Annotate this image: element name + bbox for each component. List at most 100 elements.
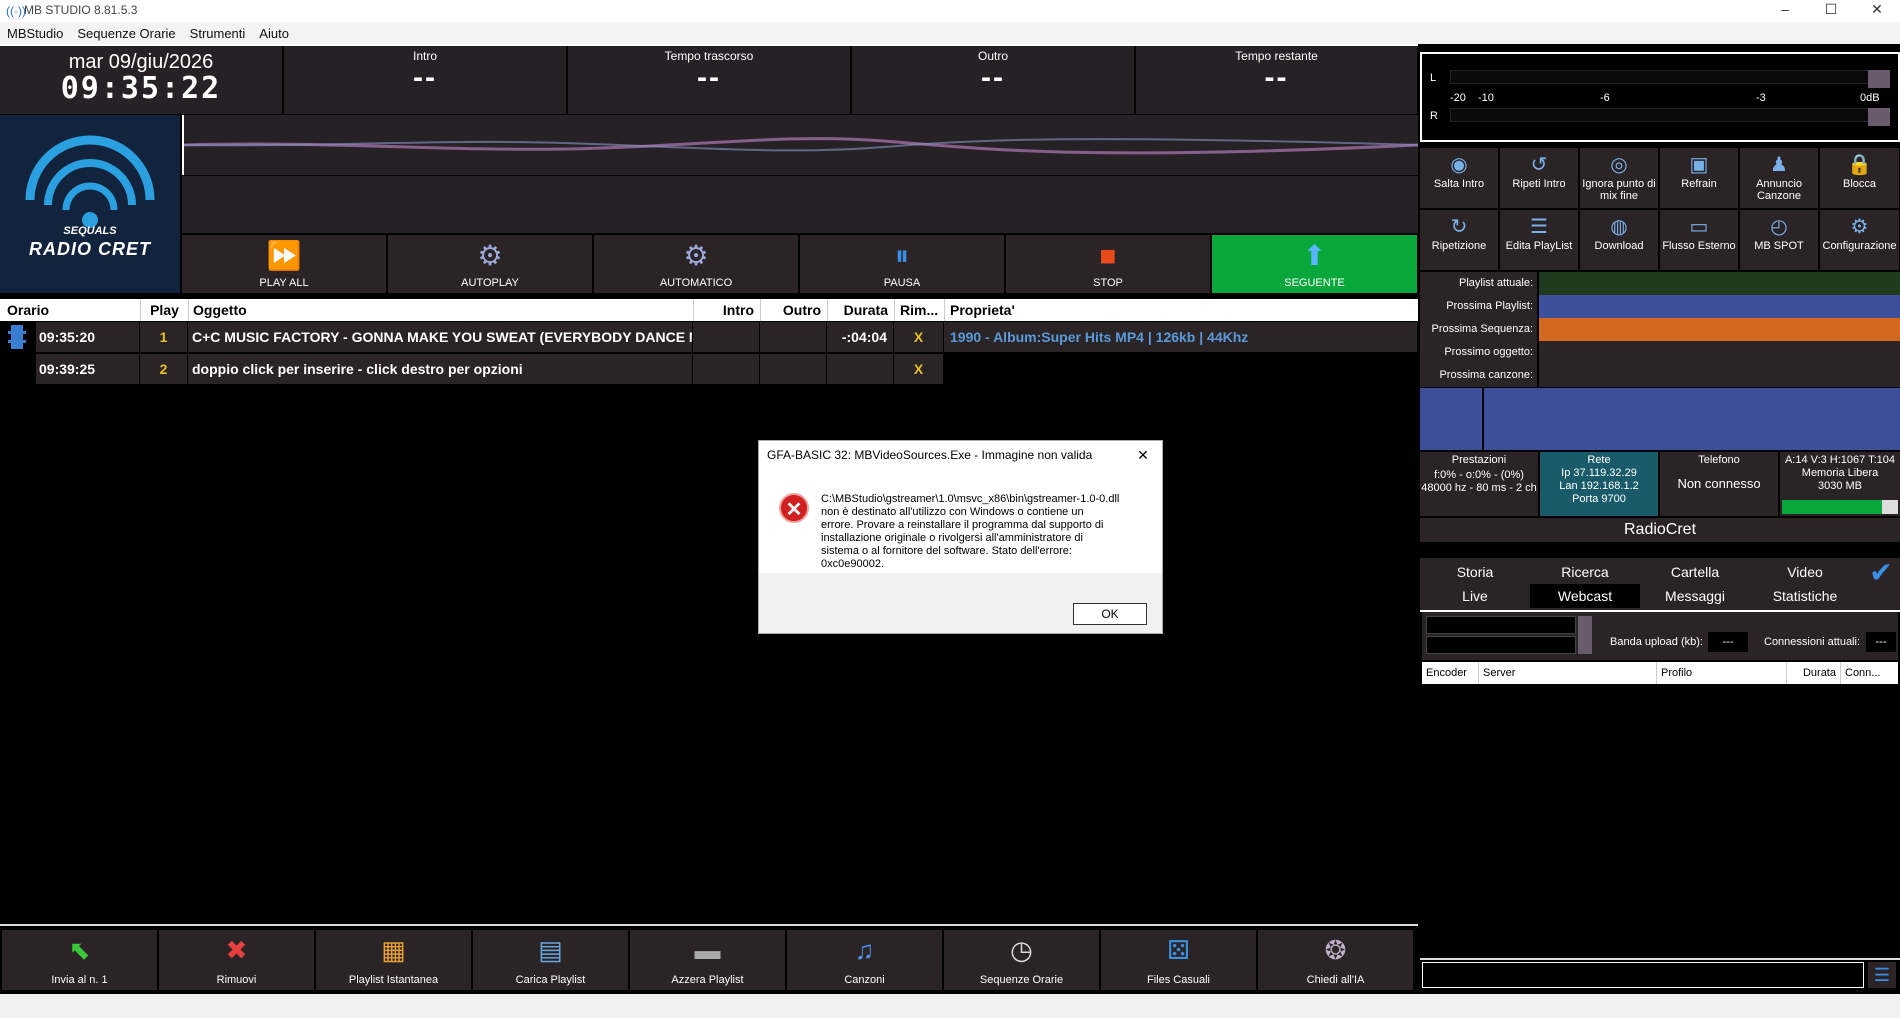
encoder-level-1 bbox=[1426, 616, 1576, 634]
minimize-button[interactable]: – bbox=[1762, 0, 1808, 22]
col-oggetto[interactable]: Oggetto bbox=[188, 299, 693, 321]
menu-aiuto[interactable]: Aiuto bbox=[252, 22, 296, 41]
flusso-esterno-button[interactable]: ▭ Flusso Esterno bbox=[1660, 210, 1739, 270]
sequenze-orarie-button[interactable]: ◷ Sequenze Orarie bbox=[944, 930, 1100, 990]
annuncio-canzone-button[interactable]: ♟ Annuncio Canzone bbox=[1740, 148, 1819, 208]
window-title: MB STUDIO 8.81.5.3 bbox=[24, 3, 138, 17]
arrow-up-left-icon: ⬉ bbox=[68, 935, 91, 965]
col-orario[interactable]: Orario bbox=[0, 299, 140, 321]
col-proprieta[interactable]: Proprieta' bbox=[944, 299, 1418, 321]
clock-icon: ◷ bbox=[1010, 935, 1033, 965]
meter-scale: -20 -10 -6 -3 0dB bbox=[1450, 92, 1880, 104]
menu-mbstudio[interactable]: MBStudio bbox=[0, 22, 70, 41]
menu-sequenze-orarie[interactable]: Sequenze Orarie bbox=[70, 22, 182, 41]
rimuovi-button[interactable]: ✖ Rimuovi bbox=[159, 930, 315, 990]
edita-playlist-button[interactable]: ☰ Edita PlayList bbox=[1500, 210, 1579, 270]
tab-storia[interactable]: Storia bbox=[1420, 560, 1530, 584]
tab-messaggi[interactable]: Messaggi bbox=[1640, 584, 1750, 608]
ripeti-intro-button[interactable]: ↺ Ripeti Intro bbox=[1500, 148, 1579, 208]
waveform-display[interactable] bbox=[182, 115, 1419, 175]
invia-al-n-1-button[interactable]: ⬉ Invia al n. 1 bbox=[2, 930, 158, 990]
info-row-prossima-playlist: Prossima Playlist: bbox=[1420, 295, 1900, 318]
carica-playlist-button[interactable]: ▤ Carica Playlist bbox=[473, 930, 629, 990]
waveform-secondary bbox=[182, 176, 1418, 233]
tab-ricerca[interactable]: Ricerca bbox=[1530, 560, 1640, 584]
tab-webcast[interactable]: Webcast bbox=[1530, 584, 1640, 608]
chiedi-all-ia-button[interactable]: ❂ Chiedi all'IA bbox=[1258, 930, 1414, 990]
mb-spot-button[interactable]: ◴ MB SPOT bbox=[1740, 210, 1819, 270]
dialog-message-line: C:\MBStudio\gstreamer\1.0\msvc_x86\bin\g… bbox=[821, 493, 1120, 505]
autoplay-button[interactable]: ⚙ AUTOPLAY bbox=[388, 235, 593, 293]
ripetizione-button[interactable]: ↻ Ripetizione bbox=[1420, 210, 1499, 270]
play-all-button[interactable]: ⏩ PLAY ALL bbox=[182, 235, 387, 293]
seguente-button[interactable]: ⬆ SEGUENTE bbox=[1212, 235, 1418, 293]
webcast-controls: Banda upload (kb): --- Connessioni attua… bbox=[1422, 612, 1898, 660]
lock-icon: 🔒 bbox=[1847, 154, 1872, 176]
dialog-message-line: 0xc0e90002. bbox=[821, 558, 884, 570]
people-icon: ♟ bbox=[1770, 154, 1788, 176]
webcast-table-header: Encoder Server Profilo Durata Conn... bbox=[1422, 662, 1898, 684]
gear-icon: ⚙ bbox=[1850, 216, 1869, 238]
automatico-button[interactable]: ⚙ AUTOMATICO bbox=[594, 235, 799, 293]
calendar-icon: ▤ bbox=[538, 935, 563, 965]
dialog-message-line: non è destinato all'utilizzo con Windows… bbox=[821, 506, 1084, 518]
tab-statistiche[interactable]: Statistiche bbox=[1750, 584, 1860, 608]
table-row[interactable] bbox=[0, 322, 36, 352]
playlist-istantanea-button[interactable]: ▦ Playlist Istantanea bbox=[316, 930, 472, 990]
preview-area bbox=[1484, 388, 1900, 450]
stop-button[interactable]: ■ STOP bbox=[1006, 235, 1211, 293]
col-rim[interactable]: Rim... bbox=[894, 299, 944, 321]
tab-video[interactable]: Video bbox=[1750, 560, 1860, 584]
logo-line2: RADIO CRET bbox=[29, 239, 151, 259]
dialog-message-line: errore. Provare a reinstallare il progra… bbox=[821, 519, 1104, 531]
ok-button[interactable]: OK bbox=[1073, 603, 1147, 625]
info-row-prossima-sequenza: Prossima Sequenza: bbox=[1420, 318, 1900, 341]
maximize-button[interactable]: ☐ bbox=[1808, 0, 1854, 22]
table-row[interactable]: 09:39:25 bbox=[36, 354, 140, 384]
disc-icon: ◎ bbox=[1610, 154, 1628, 176]
download-button[interactable]: ◍ Download bbox=[1580, 210, 1659, 270]
station-name: RadioCret bbox=[1420, 518, 1900, 542]
info-row-prossimo-oggetto: Prossimo oggetto: bbox=[1420, 341, 1900, 364]
stop-icon: ■ bbox=[1099, 240, 1117, 271]
music-note-icon: ♫ bbox=[854, 935, 875, 965]
upload-value: --- bbox=[1708, 632, 1748, 652]
brain-icon: ❂ bbox=[1324, 935, 1347, 965]
menu-strumenti[interactable]: Strumenti bbox=[183, 22, 253, 41]
connections-label: Connessioni attuali: bbox=[1764, 636, 1861, 648]
ignora-punto-di-mix-fine-button[interactable]: ◎ Ignora punto di mix fine bbox=[1580, 148, 1659, 208]
dialog-close-button[interactable]: ✕ bbox=[1131, 445, 1155, 465]
app-logo-icon: ((·)) bbox=[6, 4, 26, 18]
gear-icon: ⚙ bbox=[477, 240, 503, 271]
monitor-icon: ▭ bbox=[1689, 216, 1709, 238]
clock-panel: mar 09/giu/2026 09:35:22 bbox=[0, 46, 283, 114]
configurazione-button[interactable]: ⚙ Configurazione bbox=[1820, 210, 1900, 270]
error-dialog: GFA-BASIC 32: MBVideoSources.Exe - Immag… bbox=[758, 440, 1163, 634]
col-outro[interactable]: Outro bbox=[760, 299, 827, 321]
database-icon[interactable]: ☰ bbox=[1868, 962, 1896, 988]
col-play[interactable]: Play bbox=[140, 299, 188, 321]
refrain-button[interactable]: ▣ Refrain bbox=[1660, 148, 1739, 208]
command-input[interactable] bbox=[1422, 962, 1864, 988]
files-casuali-button[interactable]: ⚄ Files Casuali bbox=[1101, 930, 1257, 990]
encoder-level-2 bbox=[1426, 636, 1576, 654]
connections-value: --- bbox=[1866, 632, 1896, 652]
canzoni-button[interactable]: ♫ Canzoni bbox=[787, 930, 943, 990]
tab-cartella[interactable]: Cartella bbox=[1640, 560, 1750, 584]
repeat-icon: ↺ bbox=[1530, 154, 1548, 176]
tab-live[interactable]: Live bbox=[1420, 584, 1530, 608]
pausa-button[interactable]: ⏸ PAUSA bbox=[800, 235, 1005, 293]
azzera-playlist-button[interactable]: ▬ Azzera Playlist bbox=[630, 930, 786, 990]
loop-icon: ↻ bbox=[1450, 216, 1468, 238]
close-window-button[interactable]: ✕ bbox=[1854, 0, 1900, 22]
chevron-down-icon[interactable]: ✔ bbox=[1862, 558, 1900, 588]
salta-intro-button[interactable]: ◉ Salta Intro bbox=[1420, 148, 1499, 208]
dialog-message-line: sistema o al fornitore del software. Sta… bbox=[821, 545, 1072, 557]
blocca-button[interactable]: 🔒 Blocca bbox=[1820, 148, 1900, 208]
refrain-icon: ▣ bbox=[1689, 154, 1709, 176]
col-intro[interactable]: Intro bbox=[693, 299, 760, 321]
timer-remaining: Tempo restante -- bbox=[1136, 46, 1418, 114]
film-icon bbox=[8, 325, 26, 349]
remove-x-icon: ✖ bbox=[225, 935, 248, 965]
col-durata[interactable]: Durata bbox=[827, 299, 894, 321]
